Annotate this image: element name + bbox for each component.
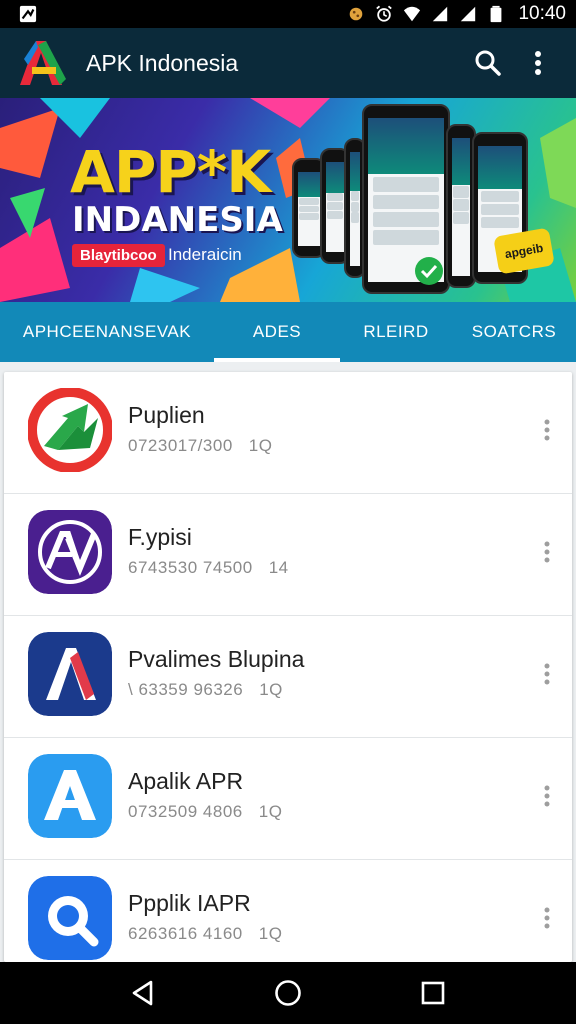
tab-soatcrs[interactable]: SOATCRS <box>452 302 576 362</box>
app-id: 6743530 74500 <box>128 558 253 577</box>
navigation-bar <box>0 962 576 1024</box>
app-name: F.ypisi <box>128 524 192 550</box>
list-area: Puplien 0723017/300 1Q F.ypisi 6743530 74… <box>0 362 576 962</box>
app-list: Puplien 0723017/300 1Q F.ypisi 6743530 74… <box>4 372 572 962</box>
signal-icon <box>433 6 448 22</box>
green-arrow-logo-icon <box>28 388 112 472</box>
app-meta: 6743530 74500 14 <box>128 558 289 578</box>
more-options-button[interactable] <box>516 41 560 85</box>
list-item[interactable]: Pvalimes Blupina \ 63359 96326 1Q <box>4 616 572 738</box>
back-icon <box>132 980 152 1006</box>
app-meta: 0723017/300 1Q <box>128 436 272 456</box>
app-id: 6263616 4160 <box>128 924 243 943</box>
check-icon <box>415 257 443 285</box>
status-right: 10:40 <box>346 3 566 25</box>
tab-label: RLEIRD <box>363 322 429 341</box>
item-more-button[interactable] <box>532 900 562 936</box>
recents-icon <box>422 981 445 1005</box>
more-vert-icon <box>535 51 541 75</box>
app-name: Pvalimes Blupina <box>128 646 305 672</box>
banner-title-line2: INDANESIA <box>72 200 283 240</box>
tab-rleird[interactable]: RLEIRD <box>340 302 452 362</box>
list-item[interactable]: Puplien 0723017/300 1Q <box>4 372 572 494</box>
more-vert-icon <box>544 541 550 563</box>
cookie-notification-icon <box>350 7 363 21</box>
tab-label: APHCEENANSEVAK <box>22 322 192 341</box>
app-count: 14 <box>268 558 289 577</box>
item-more-button[interactable] <box>532 412 562 448</box>
app-name: Puplien <box>128 402 205 428</box>
search-icon <box>475 50 501 76</box>
recents-button[interactable] <box>411 971 455 1015</box>
app-count: 1Q <box>258 802 283 821</box>
signal-icon <box>461 6 476 22</box>
wifi-icon <box>404 6 421 22</box>
app-bar: APK Indonesia <box>0 28 576 98</box>
tab-bar: APHCEENANSEVAK ADES RLEIRD SOATCRS <box>0 302 576 362</box>
item-more-button[interactable] <box>532 656 562 692</box>
alarm-icon <box>376 5 393 22</box>
app-name: Apalik APR <box>128 768 244 794</box>
more-vert-icon <box>544 663 550 685</box>
app-id: \ 63359 96326 <box>128 680 244 699</box>
tab-apps[interactable]: APHCEENANSEVAK <box>0 302 214 362</box>
tab-label: ADES <box>252 322 302 341</box>
tab-label: SOATCRS <box>471 322 557 341</box>
apk-logo-icon[interactable] <box>16 35 72 91</box>
app-title: APK Indonesia <box>86 49 239 76</box>
more-vert-icon <box>544 419 550 441</box>
app-notification-icon <box>19 5 37 23</box>
more-vert-icon <box>544 785 550 807</box>
item-more-button[interactable] <box>532 534 562 570</box>
list-item[interactable]: F.ypisi 6743530 74500 14 <box>4 494 572 616</box>
app-id: 0723017/300 <box>128 436 233 455</box>
list-item[interactable]: Apalik APR 0732509 4806 1Q <box>4 738 572 860</box>
banner-title: APP*K <box>70 138 271 206</box>
search-button[interactable] <box>466 41 510 85</box>
status-time: 10:40 <box>518 3 566 24</box>
more-vert-icon <box>544 907 550 929</box>
list-item[interactable]: Ppplik IAPR 6263616 4160 1Q <box>4 860 572 962</box>
item-more-button[interactable] <box>532 778 562 814</box>
tab-ades[interactable]: ADES <box>214 302 340 362</box>
battery-icon <box>491 5 502 23</box>
app-meta: \ 63359 96326 1Q <box>128 680 283 700</box>
app-meta: 6263616 4160 1Q <box>128 924 282 944</box>
home-icon <box>275 980 301 1006</box>
status-bar: 10:40 <box>0 0 576 28</box>
app-id: 0732509 4806 <box>128 802 243 821</box>
app-count: 1Q <box>248 436 273 455</box>
navy-a-logo-icon <box>28 632 112 716</box>
blue-a-logo-icon <box>28 754 112 838</box>
banner-subtitle: Inderaicin <box>168 245 242 264</box>
promo-banner[interactable]: APP*K INDANESIA Blaytibcoo Inderaicin ap… <box>0 98 576 302</box>
app-name: Ppplik IAPR <box>128 890 251 916</box>
banner-chip: Blaytibcoo <box>72 244 165 267</box>
back-button[interactable] <box>121 971 165 1015</box>
app-count: 1Q <box>258 924 283 943</box>
status-left <box>18 5 38 23</box>
home-button[interactable] <box>266 971 310 1015</box>
app-meta: 0732509 4806 1Q <box>128 802 282 822</box>
magnifier-logo-icon <box>28 876 112 960</box>
app-count: 1Q <box>259 680 283 699</box>
purple-av-logo-icon <box>28 510 112 594</box>
